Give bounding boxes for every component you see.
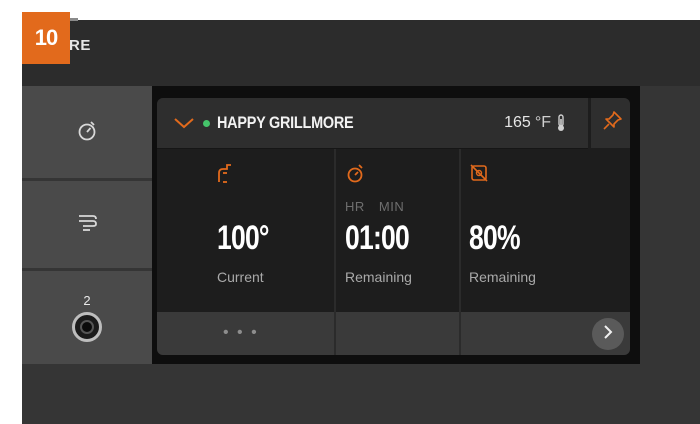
grill-temperature: 165 °F xyxy=(504,98,566,148)
card-footer: • • • xyxy=(157,312,630,355)
probe-temp-label: Current xyxy=(217,269,264,285)
smoke-icon xyxy=(76,212,98,237)
probe-column[interactable]: 100° Current xyxy=(157,149,332,312)
pellet-label: Remaining xyxy=(469,269,536,285)
device-panel: HAPPY GRILLMORE 165 °F 100° Current HR M… xyxy=(152,86,640,364)
stopwatch-icon xyxy=(77,119,97,146)
pellet-value: 80% xyxy=(469,219,521,257)
status-dot xyxy=(203,119,210,127)
next-button[interactable] xyxy=(592,318,624,350)
probe-count: 2 xyxy=(83,293,91,308)
footer-divider xyxy=(459,312,461,355)
timer-icon xyxy=(346,163,364,188)
smoke-button[interactable] xyxy=(22,181,152,268)
pin-icon xyxy=(601,110,623,137)
card-header[interactable]: HAPPY GRILLMORE 165 °F xyxy=(157,98,588,149)
timer-label: Remaining xyxy=(345,269,412,285)
brand-mark xyxy=(70,18,78,21)
probe-icon xyxy=(217,163,233,188)
sidebar: 2 xyxy=(22,86,152,364)
thermometer-icon xyxy=(556,114,566,132)
brand-name: RE xyxy=(69,37,91,54)
chevron-down-icon[interactable] xyxy=(173,115,197,131)
pellet-column[interactable]: 80% Remaining xyxy=(459,149,630,312)
probe-jack-button[interactable]: 2 xyxy=(22,271,152,364)
grill-card[interactable]: HAPPY GRILLMORE 165 °F 100° Current HR M… xyxy=(157,98,630,355)
probe-temp-value: 100° xyxy=(217,219,270,257)
probe-jack-icon xyxy=(72,312,102,342)
more-options-button[interactable]: • • • xyxy=(223,324,259,342)
step-badge: 10 xyxy=(22,12,70,64)
timer-units: HR MIN xyxy=(345,199,405,214)
timer-column[interactable]: HR MIN 01:00 Remaining xyxy=(334,149,459,312)
footer-divider xyxy=(334,312,336,355)
temp-value: 165 xyxy=(504,114,531,131)
grill-name: HAPPY GRILLMORE xyxy=(217,113,354,132)
timer-value: 01:00 xyxy=(345,219,410,257)
device-header xyxy=(22,20,700,86)
pin-button[interactable] xyxy=(589,98,630,148)
pellet-fan-icon xyxy=(469,163,489,188)
chevron-right-icon xyxy=(602,324,614,345)
timer-button[interactable] xyxy=(22,86,152,178)
temp-unit: °F xyxy=(534,114,551,131)
